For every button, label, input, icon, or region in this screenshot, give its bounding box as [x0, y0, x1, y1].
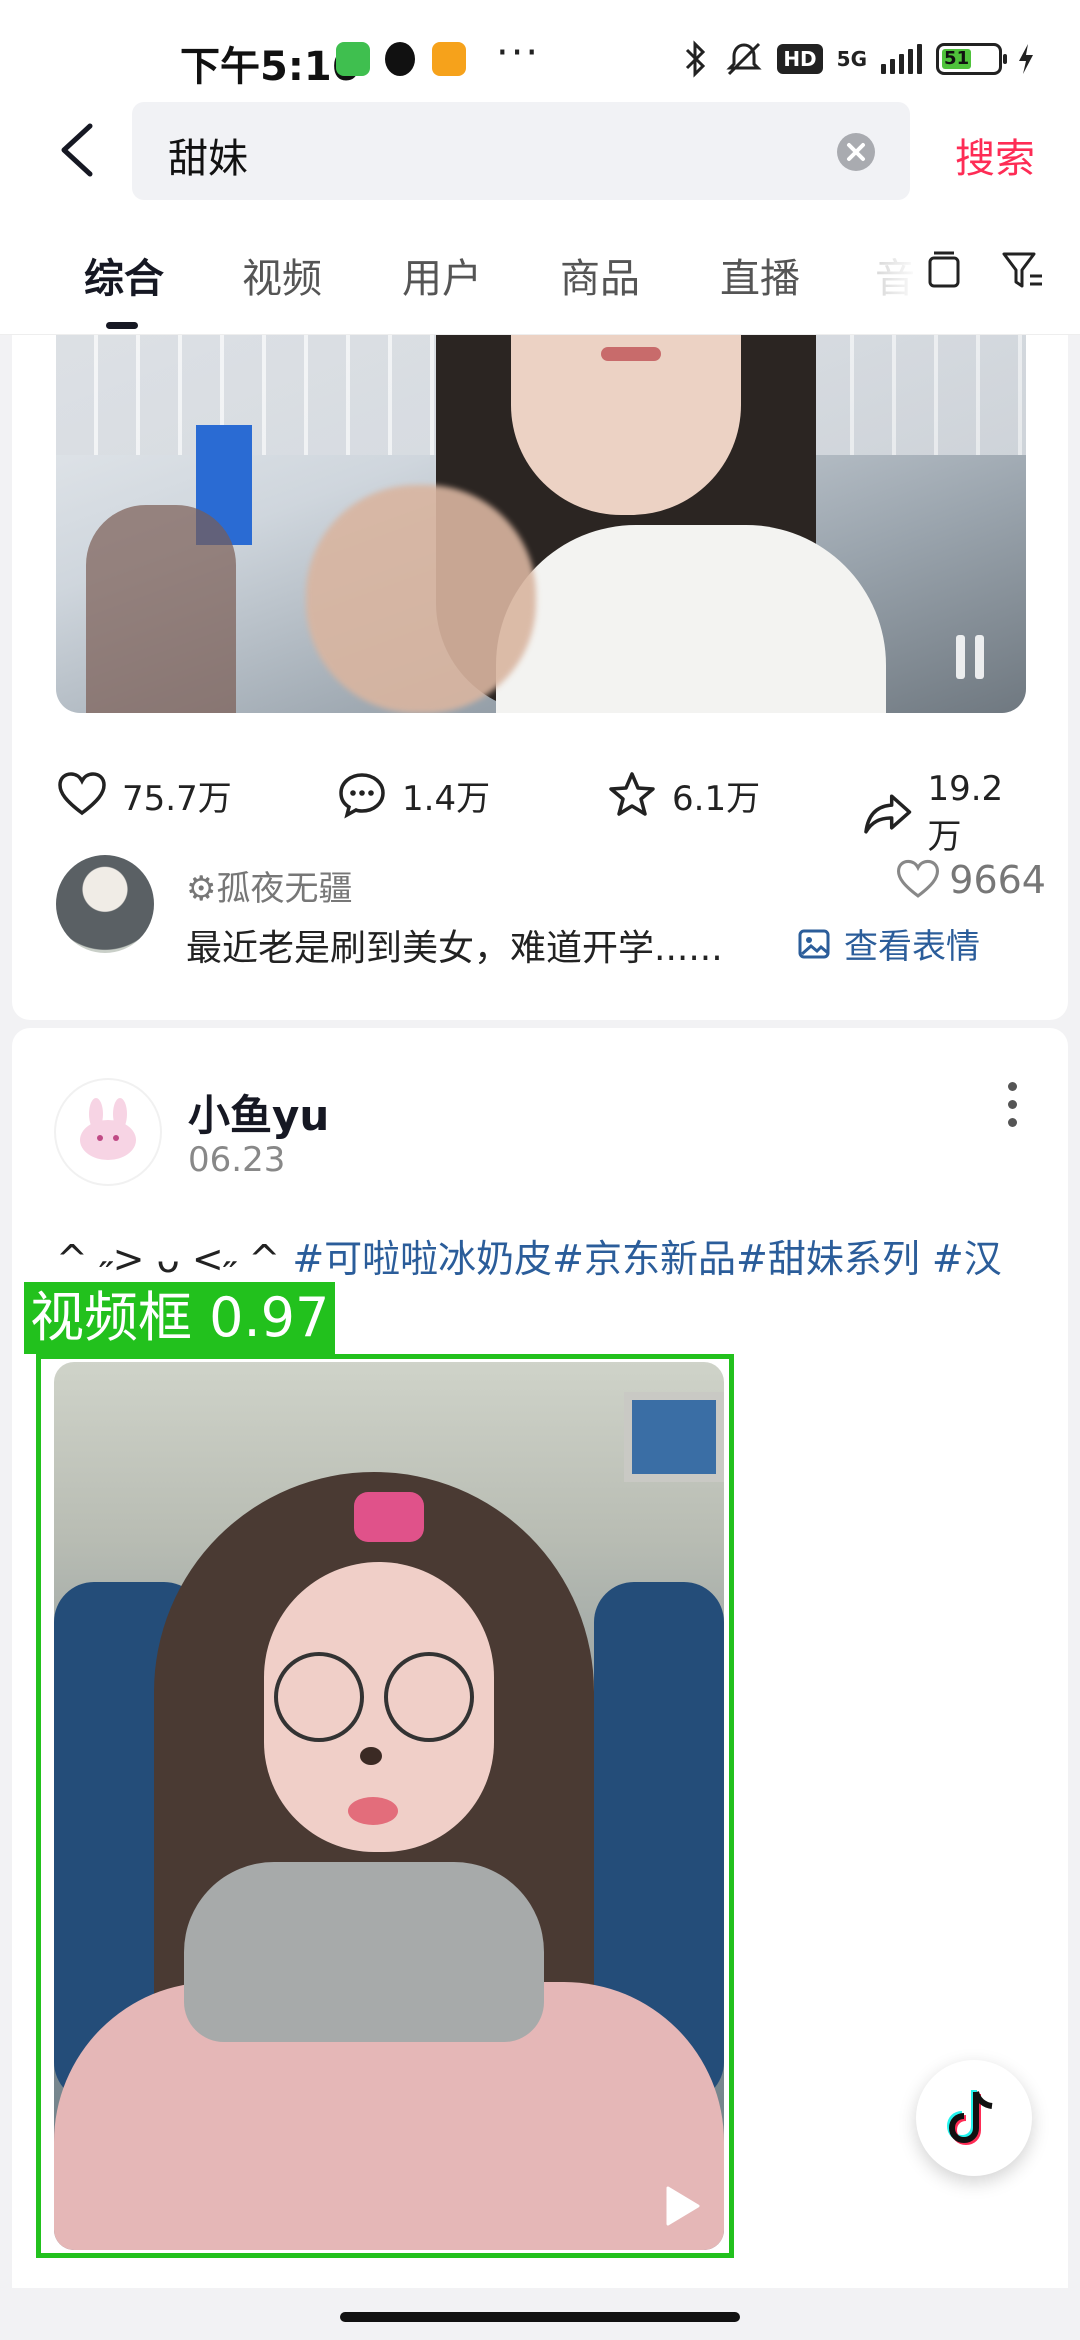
detection-label: 视频框 0.97 [24, 1282, 336, 1354]
share-button[interactable]: 19.2万 [862, 769, 1036, 858]
heart-icon [58, 772, 106, 816]
tab-users[interactable]: 用户 [402, 246, 482, 304]
layout-toggle-icon[interactable] [922, 248, 966, 292]
post-actions: 75.7万 1.4万 6.1万 19.2万 [56, 755, 1036, 857]
status-bar: 下午5:16 ··· HD 5G 51 [0, 0, 1080, 100]
search-input[interactable]: 甜妹 [132, 102, 910, 200]
hashtags[interactable]: #可啦啦冰奶皮#京东新品#甜妹系列 #汉 [292, 1237, 1001, 1281]
active-tab-indicator [106, 322, 138, 329]
description-text: ^ ˶> ᴗ <˶ ^ [56, 1237, 293, 1281]
tab-products[interactable]: 商品 [560, 246, 640, 304]
commenter-avatar[interactable] [56, 855, 154, 953]
bunny-avatar-icon [80, 1098, 136, 1160]
author-name[interactable]: 小鱼yu [188, 1082, 329, 1143]
like-count: 75.7万 [122, 778, 232, 819]
hand [306, 485, 536, 713]
tab-fade [850, 240, 920, 300]
pause-icon[interactable] [956, 635, 996, 681]
star-icon [609, 772, 655, 816]
heart-icon [897, 859, 940, 898]
search-button[interactable]: 搜索 [955, 126, 1035, 184]
battery-level: 51 [942, 49, 972, 69]
comment-count: 1.4万 [402, 778, 491, 819]
tab-live[interactable]: 直播 [720, 246, 800, 304]
filter-icon[interactable] [1000, 248, 1044, 292]
douyin-home-button[interactable] [916, 2060, 1032, 2176]
comment-text: 最近老是刷到美女，难道开学...... [186, 928, 723, 969]
mute-icon [726, 42, 762, 76]
search-header: 甜妹 搜索 [0, 100, 1080, 210]
more-notifications-icon: ··· [496, 30, 541, 76]
tab-videos[interactable]: 视频 [242, 246, 322, 304]
author-avatar[interactable] [54, 1078, 162, 1186]
qq-icon [385, 42, 415, 76]
like-button[interactable]: 75.7万 [56, 769, 232, 821]
comment-like-button[interactable]: 9664 [895, 857, 1046, 903]
favorite-button[interactable]: 6.1万 [606, 769, 760, 821]
commenter-name[interactable]: ⚙孤夜无疆 [186, 861, 352, 910]
comment-button[interactable]: 1.4万 [336, 769, 490, 821]
wechat-like-app-icon [336, 42, 370, 76]
shirt [496, 525, 886, 713]
top-comment[interactable]: ⚙孤夜无疆 9664 最近老是刷到美女，难道开学...... 查看表情 [56, 855, 1046, 969]
view-emoji-label: 查看表情 [844, 927, 980, 967]
post-date: 06.23 [188, 1140, 286, 1180]
tab-comprehensive[interactable]: 综合 [84, 246, 164, 304]
hd-badge: HD [777, 44, 823, 74]
comment-icon [339, 773, 385, 819]
video-post-card: 75.7万 1.4万 6.1万 19.2万 ⚙孤夜无疆 9664 最近老是刷到美… [12, 335, 1068, 1020]
background-shoppers [86, 505, 236, 713]
commenter-name-text: 孤夜无疆 [216, 869, 353, 909]
network-type: 5G [836, 47, 867, 71]
favorite-count: 6.1万 [672, 778, 761, 819]
more-options-icon[interactable] [1002, 1082, 1022, 1142]
share-count: 19.2万 [927, 769, 1004, 857]
home-indicator[interactable] [340, 2312, 740, 2322]
result-tabs: 综合 视频 用户 商品 直播 音 [0, 210, 1080, 335]
detection-box [36, 1354, 734, 2258]
view-emoji-link[interactable]: 查看表情 [796, 919, 980, 968]
58-app-icon [432, 42, 466, 76]
image-icon [798, 929, 830, 958]
comment-like-count: 9664 [949, 858, 1046, 902]
status-time: 下午5:16 [180, 44, 360, 90]
video-thumbnail[interactable] [56, 335, 1026, 713]
share-arrow-icon [864, 793, 912, 834]
douyin-logo-icon [946, 2090, 993, 2146]
back-arrow-icon[interactable] [50, 118, 110, 182]
charging-icon [1019, 44, 1033, 74]
bluetooth-icon [686, 40, 706, 78]
badge-icon: ⚙ [186, 869, 217, 909]
search-query-text: 甜妹 [168, 136, 248, 182]
signal-icon [881, 44, 922, 74]
post-description[interactable]: ^ ˶> ᴗ <˶ ^ #可啦啦冰奶皮#京东新品#甜妹系列 #汉 [56, 1228, 1002, 1283]
clear-icon[interactable] [836, 132, 876, 172]
battery-icon: 51 [936, 43, 1007, 75]
lips [601, 347, 661, 361]
